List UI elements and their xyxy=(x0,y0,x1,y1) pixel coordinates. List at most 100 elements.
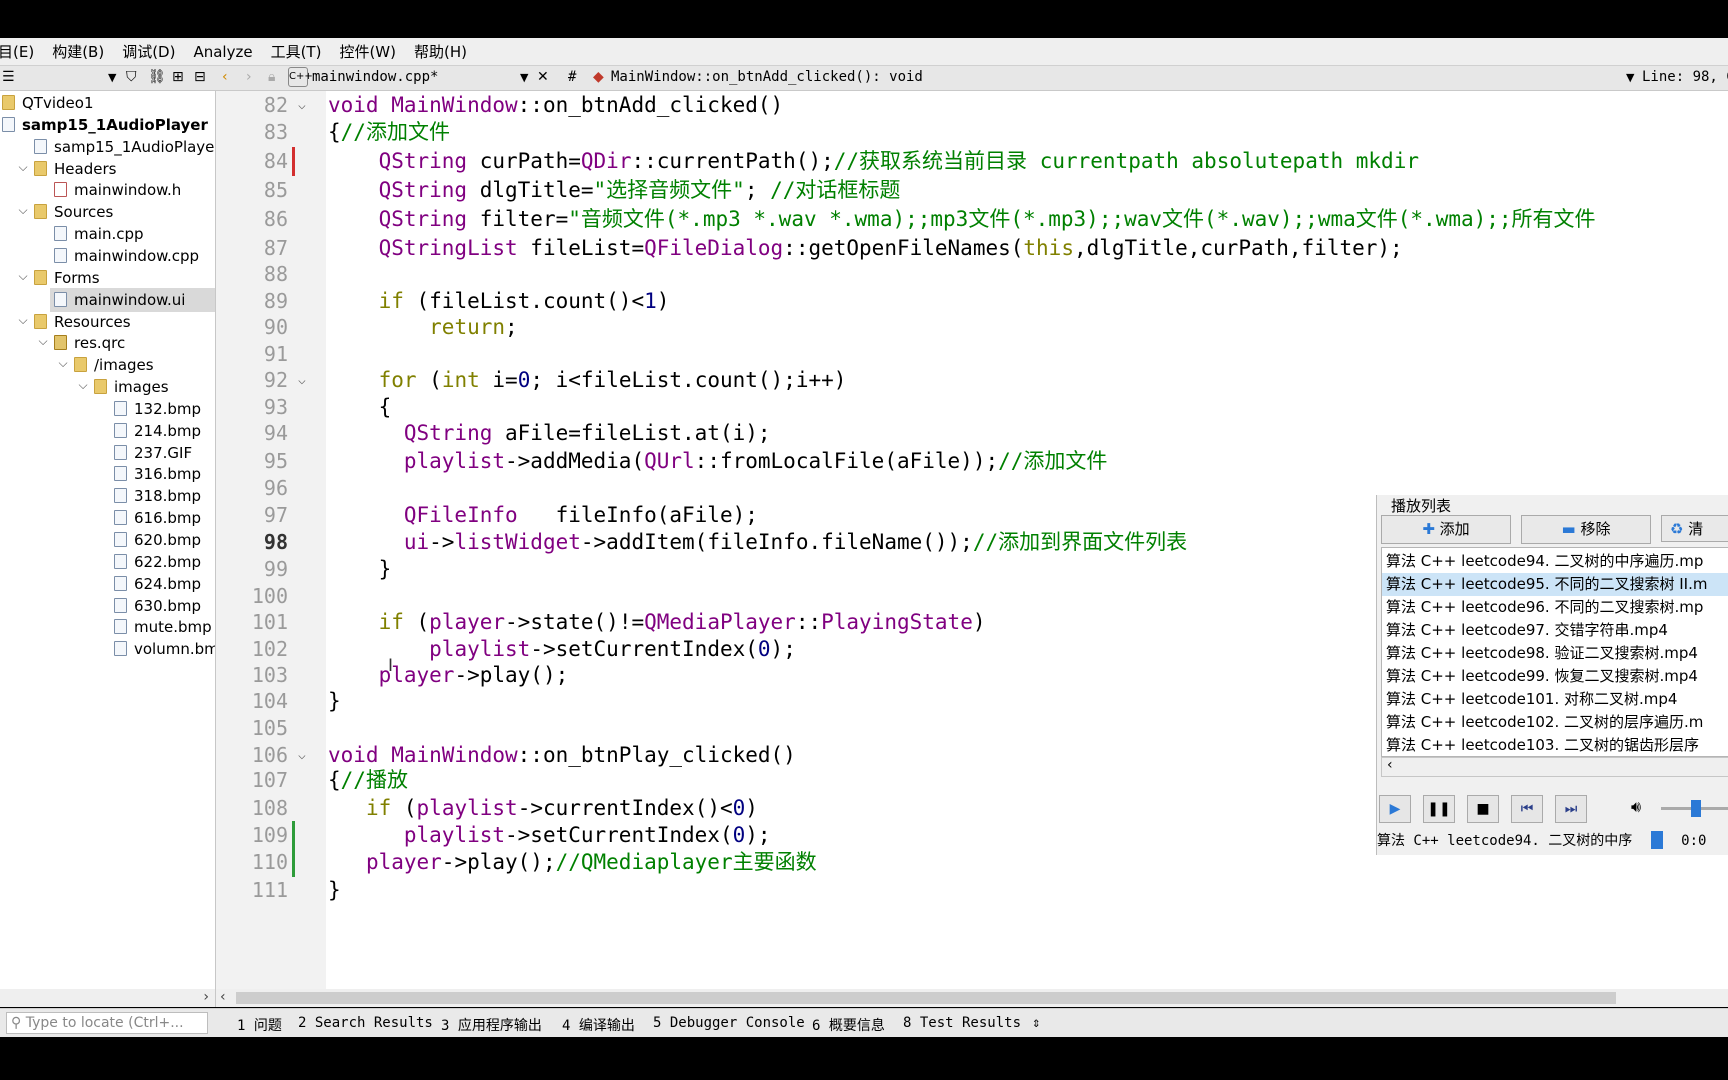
playlist-item[interactable]: 算法 C++ leetcode97. 交错字符串.mp4 xyxy=(1386,619,1668,642)
code-line[interactable]: 82 ⌵ void MainWindow::on_btnAdd_clicked() xyxy=(216,91,1728,120)
playlist-item[interactable]: 算法 C++ leetcode99. 恢复二叉搜索树.mp4 xyxy=(1386,665,1698,688)
code-line[interactable]: 94 QString aFile=fileList.at(i); xyxy=(216,419,1728,448)
volume-icon[interactable]: 🔊︎ xyxy=(1631,797,1641,817)
playlist-item[interactable]: 算法 C++ leetcode96. 不同的二叉搜索树.mp xyxy=(1386,596,1703,619)
code-line[interactable]: 85 QString dlgTitle="选择音频文件"; //对话框标题 xyxy=(216,176,1728,205)
pause-button[interactable]: ❚❚ xyxy=(1423,795,1455,823)
code-line[interactable]: 92 ⌵ for (int i=0; i<fileList.count();i++… xyxy=(216,366,1728,395)
tree-item[interactable]: 622.bmp xyxy=(0,550,201,574)
code-line[interactable]: 86 QString filter="音频文件(*.mp3 *.wav *.wm… xyxy=(216,205,1728,234)
back-icon[interactable]: ‹ xyxy=(222,69,228,85)
expand-arrow-icon[interactable]: ⌵ xyxy=(76,378,90,393)
tree-item[interactable]: mainwindow.h xyxy=(0,178,181,202)
expand-arrow-icon[interactable]: ⌵ xyxy=(56,356,70,371)
playlist-scroll-left-icon[interactable]: ‹ xyxy=(1387,757,1393,773)
tree-item[interactable]: /images xyxy=(0,353,154,377)
previous-button[interactable]: ⏮ xyxy=(1511,795,1543,823)
menu-item[interactable]: 工具(T) xyxy=(262,41,331,62)
code-line[interactable]: 90 return; xyxy=(216,313,1728,342)
add-button[interactable]: ✚ 添加 xyxy=(1381,515,1511,544)
scroll-right-icon[interactable]: › xyxy=(203,989,209,1005)
playlist-item[interactable]: 算法 C++ leetcode94. 二叉树的中序遍历.mp xyxy=(1386,550,1703,573)
code-line[interactable]: 83 {//添加文件 xyxy=(216,118,1728,147)
view-icon[interactable]: ☰ xyxy=(2,69,15,85)
output-pane-tab[interactable]: 4 编译输出 xyxy=(562,1015,635,1035)
code-line[interactable]: 93 { xyxy=(216,393,1728,422)
tree-item[interactable]: 237.GIF xyxy=(0,441,192,465)
tree-item[interactable]: QTvideo1 xyxy=(0,91,93,115)
tree-item[interactable]: main.cpp xyxy=(0,222,144,246)
playlist-list[interactable]: 算法 C++ leetcode94. 二叉树的中序遍历.mp 算法 C++ lee… xyxy=(1381,547,1728,757)
playlist-item[interactable]: 算法 C++ leetcode101. 对称二叉树.mp4 xyxy=(1386,688,1677,711)
code-line[interactable]: 111} xyxy=(216,876,1728,905)
play-button[interactable]: ▶ xyxy=(1379,795,1411,823)
tree-item[interactable]: samp15_1AudioPlayer xyxy=(0,113,208,137)
pane-scroll-arrows-icon[interactable]: ⇕ xyxy=(1032,1015,1040,1031)
tree-item[interactable]: volumn.bm xyxy=(0,637,215,661)
expand-arrow-icon[interactable]: ⌵ xyxy=(16,203,30,218)
code-line[interactable]: 91 xyxy=(216,340,1728,369)
code-line[interactable]: 87 QStringList fileList=QFileDialog::get… xyxy=(216,234,1728,263)
tree-item[interactable]: 318.bmp xyxy=(0,484,201,508)
tree-item[interactable]: 620.bmp xyxy=(0,528,201,552)
code-line[interactable]: 95 playlist->addMedia(QUrl::fromLocalFil… xyxy=(216,447,1728,476)
volume-slider[interactable] xyxy=(1661,800,1728,817)
volume-slider-handle[interactable] xyxy=(1691,800,1701,817)
symbol-dropdown-icon[interactable]: ▼ xyxy=(1626,71,1634,84)
fold-arrow-icon[interactable]: ⌵ xyxy=(298,366,306,395)
expand-arrow-icon[interactable]: ⌵ xyxy=(16,269,30,284)
stop-button[interactable]: ■ xyxy=(1467,795,1499,823)
tree-item[interactable]: 214.bmp xyxy=(0,419,201,443)
line-column-indicator[interactable]: Line: 98, C xyxy=(1642,69,1728,85)
menu-item[interactable]: Analyze xyxy=(184,43,261,61)
playlist-item[interactable]: 算法 C++ leetcode98. 验证二叉搜索树.mp4 xyxy=(1386,642,1698,665)
output-pane-tab[interactable]: 2 Search Results xyxy=(298,1015,433,1031)
scrollbar-thumb[interactable] xyxy=(236,992,1616,1004)
filter-icon[interactable]: ⛉ xyxy=(126,69,137,85)
close-pane-icon[interactable]: ⊟ xyxy=(194,69,206,85)
scroll-left-icon[interactable]: ‹ xyxy=(220,989,226,1005)
tree-item[interactable]: 316.bmp xyxy=(0,462,201,486)
editor-horizontal-scrollbar[interactable]: ‹ xyxy=(216,989,1728,1007)
tree-item[interactable]: 630.bmp xyxy=(0,594,201,618)
code-line[interactable]: 84 QString curPath=QDir::currentPath();/… xyxy=(216,146,1728,176)
tree-item[interactable]: 132.bmp xyxy=(0,397,201,421)
playlist-scrollbar[interactable]: ‹ xyxy=(1381,757,1728,777)
remove-button[interactable]: ▬ 移除 xyxy=(1521,515,1651,544)
position-slider-handle[interactable] xyxy=(1650,831,1663,849)
dropdown-icon[interactable]: ▼ xyxy=(108,71,116,84)
split-icon[interactable]: ⊞ xyxy=(172,69,184,85)
output-pane-tab[interactable]: 1 问题 xyxy=(237,1015,282,1035)
clear-button[interactable]: ♻ 清 xyxy=(1661,515,1728,542)
tree-item[interactable]: mainwindow.cpp xyxy=(0,244,199,268)
menu-item[interactable]: 帮助(H) xyxy=(405,41,476,62)
output-pane-tab[interactable]: 8 Test Results xyxy=(903,1015,1021,1031)
code-line[interactable]: 88 xyxy=(216,260,1728,289)
tree-item[interactable]: mute.bmp xyxy=(0,615,212,639)
symbol-selector[interactable]: MainWindow::on_btnAdd_clicked(): void xyxy=(611,69,923,85)
tree-item[interactable]: mainwindow.ui xyxy=(50,287,215,312)
expand-arrow-icon[interactable]: ⌵ xyxy=(16,160,30,175)
link-icon[interactable]: ⛓ xyxy=(148,69,166,85)
expand-arrow-icon[interactable]: ⌵ xyxy=(36,334,50,349)
output-pane-tab[interactable]: 5 Debugger Console xyxy=(653,1015,805,1031)
output-pane-tab[interactable]: 6 概要信息 xyxy=(812,1015,885,1035)
menu-item[interactable]: 构建(B) xyxy=(43,41,113,62)
next-button[interactable]: ⏭ xyxy=(1555,795,1587,823)
playlist-item[interactable]: 算法 C++ leetcode102. 二叉树的层序遍历.m xyxy=(1386,711,1703,734)
menu-item[interactable]: 调试(D) xyxy=(113,41,184,62)
close-file-icon[interactable]: ✕ xyxy=(537,69,549,85)
menu-item[interactable]: 控件(W) xyxy=(330,41,405,62)
project-tree-scrollbar[interactable]: › xyxy=(0,989,216,1007)
menu-item[interactable]: 目(E) xyxy=(0,41,43,62)
tree-item[interactable]: Forms xyxy=(0,266,100,290)
fold-arrow-icon[interactable]: ⌵ xyxy=(298,91,306,120)
locate-input[interactable]: ⚲ Type to locate (Ctrl+... xyxy=(6,1012,208,1034)
forward-icon[interactable]: › xyxy=(246,69,252,85)
tree-item[interactable]: samp15_1AudioPlayer.p xyxy=(0,135,215,159)
tree-item[interactable]: 616.bmp xyxy=(0,506,201,530)
file-tab-label[interactable]: mainwindow.cpp* xyxy=(312,69,438,85)
code-line[interactable]: 89 if (fileList.count()<1) xyxy=(216,287,1728,316)
expand-arrow-icon[interactable]: ⌵ xyxy=(16,313,30,328)
output-pane-tab[interactable]: 3 应用程序输出 xyxy=(441,1015,542,1035)
